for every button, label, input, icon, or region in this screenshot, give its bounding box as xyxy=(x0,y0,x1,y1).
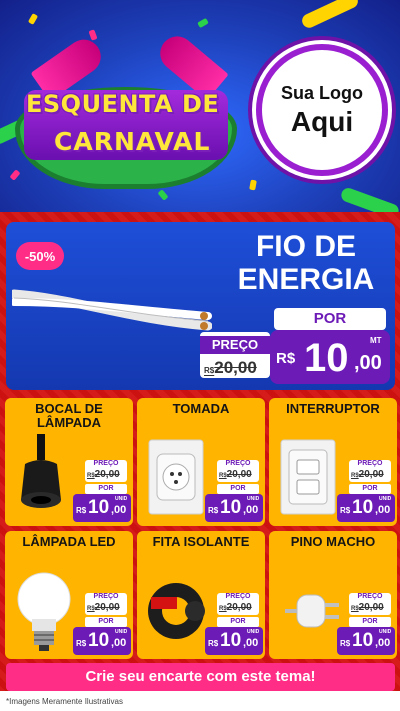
featured-new-price: R$ 10 ,00 MT xyxy=(270,330,390,384)
product-name: INTERRUPTOR xyxy=(286,401,380,416)
product-old-price: PREÇO R$20,00 xyxy=(349,460,391,482)
confetti-decoration xyxy=(249,179,257,191)
old-price-value: R$20,00 xyxy=(87,602,120,613)
old-price-value: R$20,00 xyxy=(87,469,120,480)
title-line-2: CARNAVAL xyxy=(54,127,211,156)
featured-por-label: POR xyxy=(274,308,386,330)
product-name: BOCAL DE LÂMPADA xyxy=(35,401,103,430)
price-decimal: ,00 xyxy=(375,504,391,516)
product-old-price: PREÇO R$20,00 xyxy=(85,460,127,482)
product-por-label: POR xyxy=(217,617,259,627)
old-price-value: R$20,00 xyxy=(219,602,252,613)
product-por-label: POR xyxy=(349,484,391,494)
product-card[interactable]: BOCAL DE LÂMPADA PREÇO R$20,00 POR R$ 10,00 UN… xyxy=(5,398,133,526)
product-new-price: R$ 10,00 UNID xyxy=(73,627,131,655)
price-decimal: ,00 xyxy=(243,504,259,516)
price-decimal: ,00 xyxy=(354,352,382,374)
confetti-decoration xyxy=(197,17,209,29)
streamer-decoration xyxy=(299,0,361,31)
product-card[interactable]: LÂMPADA LED PREÇO R$20,00 POR R$ 10,00 UNID xyxy=(5,531,133,659)
price-integer: 10 xyxy=(304,336,349,380)
old-price-label: PREÇO xyxy=(200,336,270,354)
logo-text-line-1: Sua Logo xyxy=(281,82,363,103)
price-currency: R$ xyxy=(208,506,219,515)
tape-icon xyxy=(143,567,209,653)
price-decimal: ,00 xyxy=(375,637,391,649)
price-decimal: ,00 xyxy=(111,637,127,649)
product-card[interactable]: TOMADA PREÇO R$20,00 POR R$ 10,00 UNID xyxy=(137,398,265,526)
product-por-label: POR xyxy=(85,484,127,494)
old-price-value: R$20,00 xyxy=(219,469,252,480)
electrical-wire-icon xyxy=(12,289,212,331)
product-old-price: PREÇO R$20,00 xyxy=(349,593,391,615)
price-unit: UNID xyxy=(379,496,392,502)
price-integer: 10 xyxy=(352,497,374,518)
price-integer: 10 xyxy=(88,630,110,651)
price-unit: UNID xyxy=(379,629,392,635)
socket-icon xyxy=(11,434,77,520)
price-integer: 10 xyxy=(220,630,242,651)
price-unit: UNID xyxy=(115,629,128,635)
price-unit: UNID xyxy=(115,496,128,502)
product-new-price: R$ 10,00 UNID xyxy=(337,627,395,655)
featured-product-card[interactable]: -50% FIO DE ENERGIA POR PREÇO R$20,00 R$… xyxy=(6,222,395,390)
price-unit: UNID xyxy=(247,496,260,502)
carnival-header: ESQUENTA DE CARNAVAL Sua Logo Aqui xyxy=(0,0,400,218)
plug-icon xyxy=(275,567,341,653)
price-integer: 10 xyxy=(352,630,374,651)
product-new-price: R$ 10,00 UNID xyxy=(205,627,263,655)
price-currency: R$ xyxy=(76,506,87,515)
featured-old-price: PREÇO R$20,00 xyxy=(200,332,270,378)
old-price-value: R$20,00 xyxy=(204,358,257,377)
switch-icon xyxy=(275,434,341,520)
product-new-price: R$ 10,00 UNID xyxy=(205,494,263,522)
old-price-label: PREÇO xyxy=(93,460,119,467)
old-price-label: PREÇO xyxy=(225,593,251,600)
price-currency: R$ xyxy=(276,350,296,367)
product-card[interactable]: PINO MACHO PREÇO R$20,00 POR R$ 10,00 UNID xyxy=(269,531,397,659)
price-currency: R$ xyxy=(76,639,87,648)
old-price-label: PREÇO xyxy=(357,460,383,467)
price-decimal: ,00 xyxy=(243,637,259,649)
product-old-price: PREÇO R$20,00 xyxy=(85,593,127,615)
product-new-price: R$ 10,00 UNID xyxy=(73,494,131,522)
logo-text-line-2: Aqui xyxy=(290,105,354,137)
price-decimal: ,00 xyxy=(111,504,127,516)
price-unit: UNID xyxy=(247,629,260,635)
old-price-label: PREÇO xyxy=(93,593,119,600)
create-flyer-cta[interactable]: Crie seu encarte com este tema! xyxy=(6,663,395,691)
title-line-1: ESQUENTA DE xyxy=(26,90,220,118)
discount-badge: -50% xyxy=(16,242,64,270)
price-integer: 10 xyxy=(88,497,110,518)
carnival-title-badge: ESQUENTA DE CARNAVAL xyxy=(16,29,236,210)
disclaimer-text: *Imagens Meramente Ilustrativas xyxy=(6,697,123,706)
price-integer: 10 xyxy=(220,497,242,518)
product-por-label: POR xyxy=(349,617,391,627)
product-old-price: PREÇO R$20,00 xyxy=(217,460,259,482)
product-por-label: POR xyxy=(217,484,259,494)
product-old-price: PREÇO R$20,00 xyxy=(217,593,259,615)
old-price-label: PREÇO xyxy=(225,460,251,467)
product-name: TOMADA xyxy=(172,401,230,416)
old-price-label: PREÇO xyxy=(357,593,383,600)
old-price-value: R$20,00 xyxy=(351,469,384,480)
product-name: LÂMPADA LED xyxy=(22,534,116,549)
confetti-decoration xyxy=(27,13,39,25)
product-name: PINO MACHO xyxy=(290,534,376,549)
old-price-value: R$20,00 xyxy=(351,602,384,613)
product-por-label: POR xyxy=(85,617,127,627)
product-new-price: R$ 10,00 UNID xyxy=(337,494,395,522)
logo-placeholder[interactable]: Sua Logo Aqui xyxy=(256,44,388,176)
confetti-decoration xyxy=(88,29,98,41)
price-unit: MT xyxy=(370,336,382,345)
price-currency: R$ xyxy=(340,506,351,515)
featured-product-name: FIO DE ENERGIA xyxy=(237,230,375,296)
product-card[interactable]: FITA ISOLANTE PREÇO R$20,00 POR R$ 10,00 UNID xyxy=(137,531,265,659)
product-card[interactable]: INTERRUPTOR PREÇO R$20,00 POR R$ 10,00 UNID xyxy=(269,398,397,526)
product-name: FITA ISOLANTE xyxy=(152,534,250,549)
price-currency: R$ xyxy=(340,639,351,648)
outlet-icon xyxy=(143,434,209,520)
price-currency: R$ xyxy=(208,639,219,648)
bulb-icon xyxy=(11,567,77,653)
